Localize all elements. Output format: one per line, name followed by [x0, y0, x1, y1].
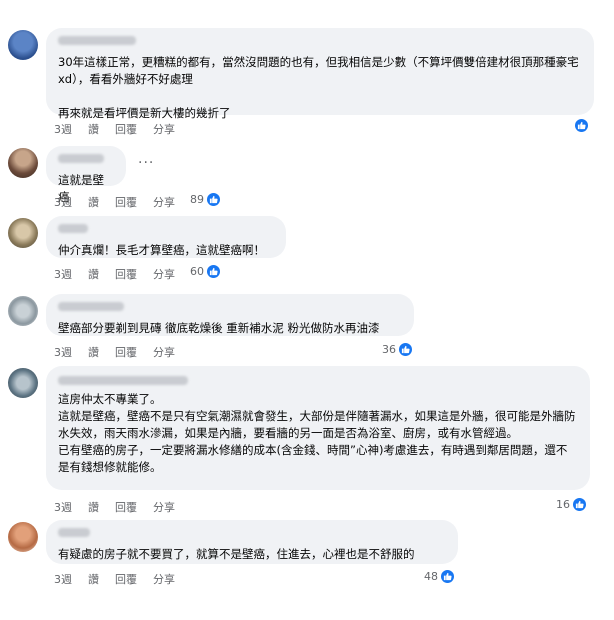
- comment-text: 這房仲太不專業了。 這就是壁癌，壁癌不是只有空氣潮濕就會發生，大部份是伴隨著漏水…: [58, 392, 576, 474]
- reaction-count[interactable]: 36: [382, 342, 413, 357]
- reply-button[interactable]: 回覆: [115, 499, 137, 515]
- comment-actions: 3週 讚 回覆 分享: [54, 344, 191, 360]
- reply-button[interactable]: 回覆: [115, 121, 137, 137]
- author-name[interactable]: [58, 36, 136, 45]
- comment-actions: 3週 讚 回覆 分享: [54, 121, 191, 137]
- comment-bubble: 有疑慮的房子就不要買了，就算不是壁癌，住進去，心裡也是不舒服的: [46, 520, 458, 564]
- share-button[interactable]: 分享: [153, 344, 175, 360]
- comment-bubble: 仲介真爛！長毛才算壁癌，這就壁癌啊！: [46, 216, 286, 258]
- avatar[interactable]: [8, 218, 38, 248]
- comment-actions: 3週 讚 回覆 分享: [54, 194, 191, 210]
- author-name[interactable]: [58, 302, 124, 311]
- like-button[interactable]: 讚: [88, 499, 99, 515]
- timestamp[interactable]: 3週: [54, 344, 72, 360]
- reaction-count[interactable]: [572, 118, 589, 133]
- avatar[interactable]: [8, 296, 38, 326]
- like-button[interactable]: 讚: [88, 571, 99, 587]
- share-button[interactable]: 分享: [153, 571, 175, 587]
- author-name[interactable]: [58, 224, 88, 233]
- reply-button[interactable]: 回覆: [115, 571, 137, 587]
- author-name[interactable]: [58, 528, 90, 537]
- like-button[interactable]: 讚: [88, 266, 99, 282]
- comment-text: 30年這樣正常，更糟糕的都有，當然沒問題的也有，但我相信是少數（不算坪價雙倍建材…: [58, 55, 579, 120]
- reaction-count[interactable]: 60: [190, 264, 221, 279]
- comment-actions: 3週 讚 回覆 分享: [54, 571, 191, 587]
- comment-text: 仲介真爛！長毛才算壁癌，這就壁癌啊！: [58, 243, 265, 257]
- timestamp[interactable]: 3週: [54, 121, 72, 137]
- comment-text: 壁癌部分要剃到見磚 徹底乾燥後 重新補水泥 粉光做防水再油漆: [58, 321, 380, 335]
- comment-actions: 3週 讚 回覆 分享: [54, 266, 191, 282]
- timestamp[interactable]: 3週: [54, 266, 72, 282]
- comment-bubble: 這就是壁癌: [46, 146, 126, 204]
- share-button[interactable]: 分享: [153, 194, 175, 210]
- reply-button[interactable]: 回覆: [115, 194, 137, 210]
- reply-button[interactable]: 回覆: [115, 344, 137, 360]
- thumbs-up-icon: [574, 118, 589, 133]
- timestamp[interactable]: 3週: [54, 194, 72, 210]
- comment-bubble: 30年這樣正常，更糟糕的都有，當然沒問題的也有，但我相信是少數（不算坪價雙倍建材…: [46, 28, 594, 120]
- avatar[interactable]: [8, 30, 38, 60]
- author-name[interactable]: [58, 376, 188, 385]
- thumbs-up-icon: [572, 497, 587, 512]
- avatar[interactable]: [8, 368, 38, 398]
- avatar[interactable]: [8, 148, 38, 178]
- thumbs-up-icon: [206, 192, 221, 207]
- reaction-count[interactable]: 16: [556, 497, 587, 512]
- comment-actions: 3週 讚 回覆 分享: [54, 499, 191, 515]
- share-button[interactable]: 分享: [153, 266, 175, 282]
- reply-button[interactable]: 回覆: [115, 266, 137, 282]
- thumbs-up-icon: [398, 342, 413, 357]
- reaction-count[interactable]: 89: [190, 192, 221, 207]
- share-button[interactable]: 分享: [153, 121, 175, 137]
- like-button[interactable]: 讚: [88, 194, 99, 210]
- timestamp[interactable]: 3週: [54, 499, 72, 515]
- share-button[interactable]: 分享: [153, 499, 175, 515]
- avatar[interactable]: [8, 522, 38, 552]
- thumbs-up-icon: [206, 264, 221, 279]
- timestamp[interactable]: 3週: [54, 571, 72, 587]
- like-button[interactable]: 讚: [88, 344, 99, 360]
- reaction-count[interactable]: 48: [424, 569, 455, 584]
- thumbs-up-icon: [440, 569, 455, 584]
- comment-bubble: 這房仲太不專業了。 這就是壁癌，壁癌不是只有空氣潮濕就會發生，大部份是伴隨著漏水…: [46, 366, 590, 490]
- like-button[interactable]: 讚: [88, 121, 99, 137]
- more-options-icon[interactable]: ···: [138, 155, 154, 171]
- comment-bubble: 壁癌部分要剃到見磚 徹底乾燥後 重新補水泥 粉光做防水再油漆: [46, 294, 414, 336]
- author-name[interactable]: [58, 154, 104, 163]
- comment-text: 有疑慮的房子就不要買了，就算不是壁癌，住進去，心裡也是不舒服的: [58, 547, 415, 561]
